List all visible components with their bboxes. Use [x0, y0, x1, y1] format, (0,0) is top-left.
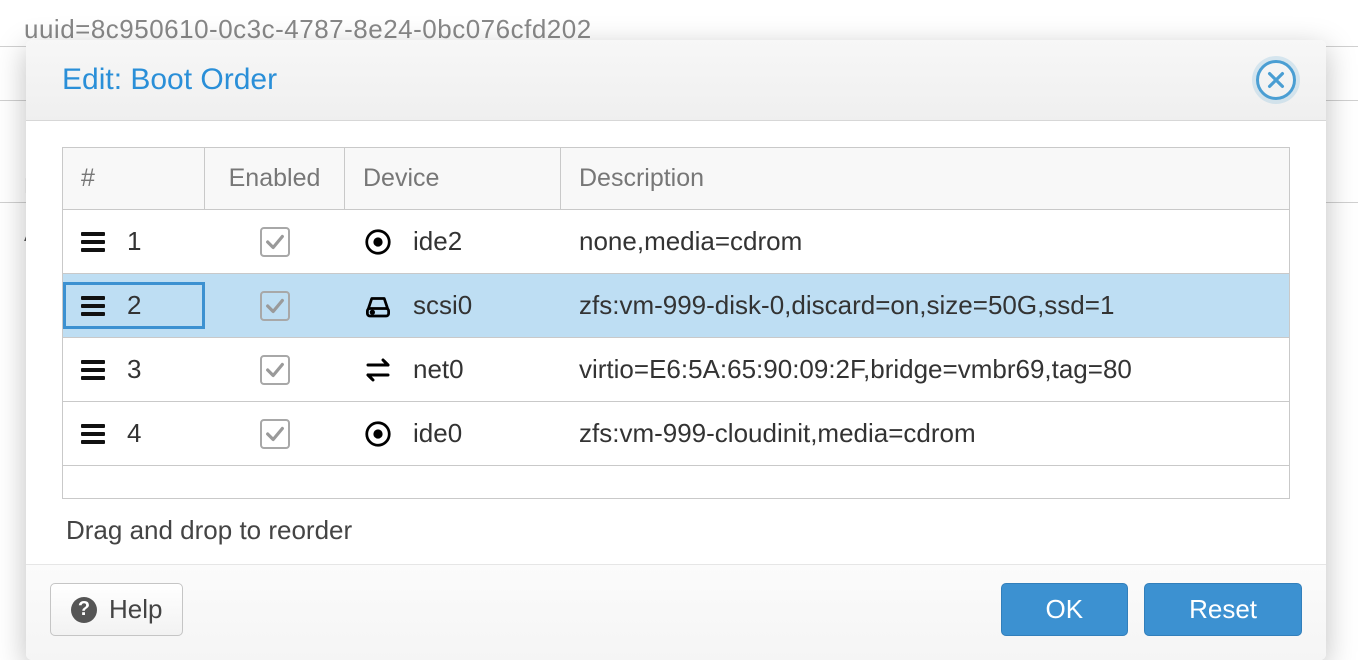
check-icon — [264, 423, 286, 445]
reset-button-label: Reset — [1189, 594, 1257, 625]
description-cell: virtio=E6:5A:65:90:09:2F,bridge=vmbr69,t… — [561, 346, 1289, 393]
description-cell: zfs:vm-999-disk-0,discard=on,size=50G,ss… — [561, 282, 1289, 329]
order-number: 3 — [127, 354, 141, 385]
dialog-title: Edit: Boot Order — [62, 63, 277, 97]
table-row[interactable]: 2 scsi0 zfs:vm-999-disk-0,discard=on,size=… — [63, 274, 1289, 338]
table-row[interactable]: 3 net0 virtio=E6:5A:65:90:09:2F,bridge=vmb… — [63, 338, 1289, 402]
dialog-body: # Enabled Device Description 1 ide2 none,m… — [26, 121, 1326, 564]
help-button[interactable]: ? Help — [50, 583, 183, 636]
enabled-checkbox[interactable] — [260, 419, 290, 449]
boot-order-dialog: Edit: Boot Order # Enabled Device Descri… — [26, 40, 1326, 660]
disc-icon — [363, 419, 393, 449]
check-icon — [264, 231, 286, 253]
boot-order-table: # Enabled Device Description 1 ide2 none,m… — [62, 147, 1290, 499]
reset-button[interactable]: Reset — [1144, 583, 1302, 636]
drag-handle-icon[interactable] — [81, 232, 105, 252]
ok-button[interactable]: OK — [1001, 583, 1129, 636]
enabled-cell — [205, 283, 345, 329]
order-cell: 4 — [63, 410, 205, 457]
col-header-device[interactable]: Device — [345, 148, 561, 209]
dialog-header: Edit: Boot Order — [26, 40, 1326, 121]
table-header: # Enabled Device Description — [63, 148, 1289, 210]
order-number: 2 — [127, 290, 141, 321]
check-icon — [264, 295, 286, 317]
network-icon — [363, 355, 393, 385]
order-cell: 3 — [63, 346, 205, 393]
help-icon: ? — [71, 597, 97, 623]
device-cell: scsi0 — [345, 282, 561, 329]
enabled-checkbox[interactable] — [260, 355, 290, 385]
check-icon — [264, 359, 286, 381]
table-body: 1 ide2 none,media=cdrom 2 scsi0 zfs:vm-999-di… — [63, 210, 1289, 466]
reorder-hint: Drag and drop to reorder — [62, 499, 1290, 546]
description-cell: none,media=cdrom — [561, 218, 1289, 265]
order-cell: 1 — [63, 218, 205, 265]
table-empty-row — [63, 466, 1289, 498]
enabled-cell — [205, 219, 345, 265]
order-cell: 2 — [63, 282, 205, 329]
drag-handle-icon[interactable] — [81, 424, 105, 444]
device-name: ide0 — [413, 418, 462, 449]
ok-button-label: OK — [1046, 594, 1084, 625]
col-header-description[interactable]: Description — [561, 148, 1289, 209]
drag-handle-icon[interactable] — [81, 360, 105, 380]
enabled-cell — [205, 411, 345, 457]
drag-handle-icon[interactable] — [81, 296, 105, 316]
dialog-footer: ? Help OK Reset — [26, 564, 1326, 660]
table-row[interactable]: 1 ide2 none,media=cdrom — [63, 210, 1289, 274]
hdd-icon — [363, 291, 393, 321]
order-number: 1 — [127, 226, 141, 257]
close-button[interactable] — [1256, 60, 1296, 100]
device-name: scsi0 — [413, 290, 472, 321]
disc-icon — [363, 227, 393, 257]
enabled-checkbox[interactable] — [260, 227, 290, 257]
description-cell: zfs:vm-999-cloudinit,media=cdrom — [561, 410, 1289, 457]
device-name: net0 — [413, 354, 464, 385]
device-name: ide2 — [413, 226, 462, 257]
table-row[interactable]: 4 ide0 zfs:vm-999-cloudinit,media=cdrom — [63, 402, 1289, 466]
col-header-order[interactable]: # — [63, 148, 205, 209]
order-number: 4 — [127, 418, 141, 449]
enabled-cell — [205, 347, 345, 393]
device-cell: ide2 — [345, 218, 561, 265]
enabled-checkbox[interactable] — [260, 291, 290, 321]
device-cell: ide0 — [345, 410, 561, 457]
help-button-label: Help — [109, 594, 162, 625]
close-icon — [1265, 69, 1287, 91]
col-header-enabled[interactable]: Enabled — [205, 148, 345, 209]
device-cell: net0 — [345, 346, 561, 393]
footer-right: OK Reset — [1001, 583, 1303, 636]
